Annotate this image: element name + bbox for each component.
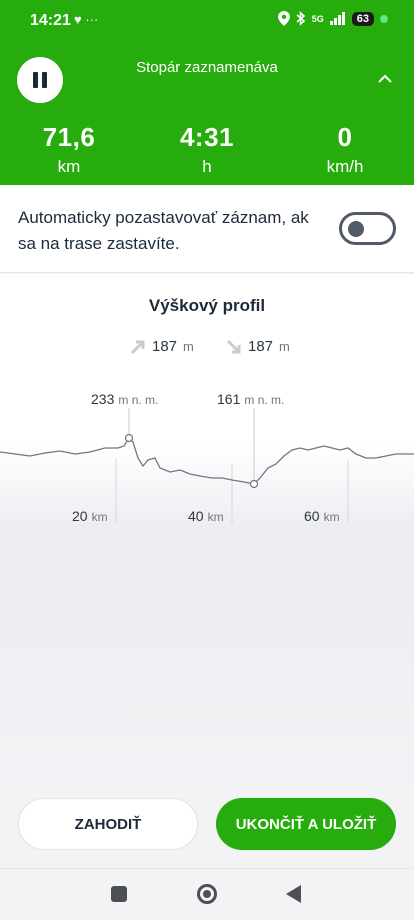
status-time: 14:21 [30,12,71,29]
profile-title: Výškový profil [148,296,266,315]
distance-tick-unit: km [324,510,340,524]
auto-pause-text: Automaticky pozastavovať záznam, ak sa n… [18,208,309,253]
min-elevation-value: 161 [217,391,241,407]
max-elevation-unit: m n. m. [118,393,158,407]
stat-unit: h [202,157,212,176]
stat-speed: 0 km/h [276,122,414,177]
stat-unit: km/h [326,157,364,176]
svg-text:60km: 60 km [304,508,340,524]
stat-unit: km [57,157,81,176]
finish-and-save-button[interactable]: UKONČIŤ A ULOŽIŤ [216,798,396,850]
stat-duration: 4:31 h [138,122,276,177]
network-type: 5G [311,13,324,24]
descent-arrow-icon [226,339,241,353]
stat-value: 0 [337,122,353,152]
svg-text:20km: 20 km [72,508,108,524]
ascent-arrow-icon [130,340,145,354]
auto-pause-card: Automaticky pozastavovať záznam, ak sa n… [0,185,414,273]
max-point-marker [124,433,134,443]
svg-text:161m n. m.: 161 m n. m. [217,391,284,407]
stat-value: 71,6 [42,122,96,152]
distance-tick-value: 60 [304,508,320,524]
descent-value: 187 [248,338,274,355]
nav-home-icon[interactable] [197,884,217,904]
min-elevation-unit: m n. m. [244,393,284,407]
stats-row: 71,6 km 4:31 h 0 km/h [0,122,414,177]
recording-title: Stopár zaznamenáva [136,59,278,76]
stat-distance: 71,6 km [0,122,138,177]
status-bar: 14:21 ♥ ··· 5G 63 [0,0,414,40]
descent-stat: 187 m [226,338,290,355]
signal-icon [329,12,345,25]
max-elevation-value: 233 [91,391,115,407]
ascent-value: 187 [152,338,178,355]
notification-icons: ♥ ··· [74,12,99,27]
distance-tick-value: 40 [188,508,204,524]
distance-tick-unit: km [92,510,108,524]
elevation-line [0,436,414,485]
descent-unit: m [279,339,290,354]
elevation-profile: Výškový profil 187 m 187 m 233 m n. m. 16… [0,274,414,794]
system-nav-bar [0,868,414,920]
nav-back-icon[interactable] [286,885,301,903]
nav-recents-icon[interactable] [111,886,127,902]
location-icon [277,11,290,26]
stat-value: 4:31 [179,122,235,152]
status-right-group: 5G 63 [277,11,388,26]
toggle-thumb [348,221,364,237]
ascent-stat: 187 m [130,338,194,355]
distance-tick-value: 20 [72,508,88,524]
chevron-up-icon[interactable] [378,72,392,86]
ascent-unit: m [183,339,194,354]
elevation-chart: 233 m n. m. 161 m n. m. 20 km 40 km 60 km [0,391,414,524]
battery-indicator: 63 [351,11,374,26]
auto-pause-toggle[interactable] [339,212,396,245]
svg-text:233m n. m.: 233 m n. m. [91,391,158,407]
recording-header: 14:21 ♥ ··· 5G 63 Stopár zaznamenáva 71,… [0,0,414,185]
privacy-dot-icon [380,14,388,23]
distance-tick-unit: km [208,510,224,524]
bluetooth-icon [296,11,305,26]
min-point-marker [249,479,259,489]
svg-text:40km: 40 km [188,508,224,524]
discard-button[interactable]: ZAHODIŤ [18,798,198,850]
